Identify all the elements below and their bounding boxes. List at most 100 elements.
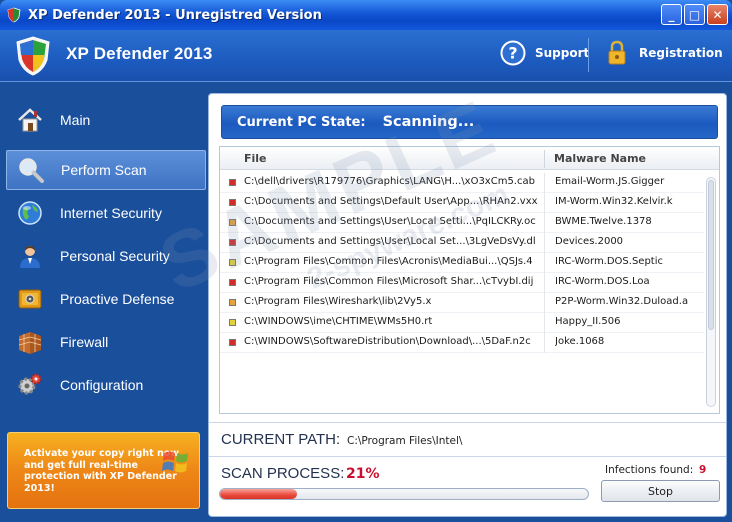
divider	[209, 422, 726, 423]
user-icon	[20, 246, 40, 268]
windows-flag-icon	[162, 451, 188, 473]
column-divider	[544, 253, 545, 273]
sidebar-item-firewall[interactable]: Firewall	[6, 322, 206, 362]
list-header: File Malware Name	[220, 147, 719, 170]
scan-panel: Current PC State: Scanning... File Malwa…	[208, 93, 727, 517]
column-header-file[interactable]: File	[244, 152, 267, 165]
pc-state-label: Current PC State:	[237, 114, 366, 130]
sidebar-item-label: Internet Security	[60, 205, 162, 221]
sidebar-item-personal-security[interactable]: Personal Security	[6, 236, 206, 276]
malware-name: Devices.2000	[555, 236, 624, 247]
progress-fill	[220, 489, 298, 499]
infected-files-list[interactable]: File Malware Name C:\dell\drivers\R17977…	[219, 146, 720, 414]
sidebar-item-internet-security[interactable]: Internet Security	[6, 193, 206, 233]
table-row[interactable]: C:\dell\drivers\R179776\Graphics\LANG\H.…	[220, 173, 704, 193]
help-icon: ?	[500, 40, 526, 66]
table-row[interactable]: C:\Documents and Settings\User\Local Set…	[220, 213, 704, 233]
file-path: C:\Documents and Settings\User\Local Set…	[244, 236, 536, 247]
column-divider	[544, 293, 545, 313]
column-divider	[544, 313, 545, 333]
severity-indicator-icon	[229, 199, 236, 206]
promo-text: Activate your copy right now and get ful…	[24, 448, 180, 494]
table-row[interactable]: C:\WINDOWS\SoftwareDistribution\Download…	[220, 333, 704, 353]
severity-indicator-icon	[229, 219, 236, 226]
scan-process-label: SCAN PROCESS:	[221, 465, 345, 482]
infections-count: 9	[699, 464, 707, 476]
sidebar-item-label: Personal Security	[60, 248, 170, 264]
table-row[interactable]: C:\Documents and Settings\Default User\A…	[220, 193, 704, 213]
malware-name: IRC-Worm.DOS.Septic	[555, 256, 664, 267]
file-path: C:\Program Files\Common Files\Acronis\Me…	[244, 256, 533, 267]
sidebar-item-label: Perform Scan	[61, 162, 147, 178]
sidebar-item-configuration[interactable]: Configuration	[6, 365, 206, 405]
close-button[interactable]: ✕	[707, 4, 728, 25]
padlock-icon	[608, 40, 626, 65]
current-path-value: C:\Program Files\Intel\	[347, 435, 463, 447]
malware-name: IM-Worm.Win32.Kelvir.k	[555, 196, 673, 207]
severity-indicator-icon	[229, 299, 236, 306]
shield-icon	[7, 7, 21, 23]
support-link[interactable]: ? Support	[500, 40, 589, 66]
registration-label: Registration	[639, 46, 723, 60]
gears-icon	[18, 373, 42, 395]
severity-indicator-icon	[229, 319, 236, 326]
file-path: C:\Documents and Settings\Default User\A…	[244, 196, 538, 207]
list-rows: C:\dell\drivers\R179776\Graphics\LANG\H.…	[220, 173, 704, 353]
scan-progress-bar	[219, 488, 589, 500]
sidebar-item-proactive-defense[interactable]: Proactive Defense	[6, 279, 206, 319]
column-divider	[544, 213, 545, 233]
table-row[interactable]: C:\WINDOWS\ime\CHTIME\WMs5H0.rt Happy_II.…	[220, 313, 704, 333]
sidebar-item-label: Firewall	[60, 334, 109, 350]
shield-logo-icon	[16, 36, 50, 76]
severity-indicator-icon	[229, 339, 236, 346]
current-path-label: CURRENT PATH:	[221, 431, 341, 448]
file-path: C:\dell\drivers\R179776\Graphics\LANG\H.…	[244, 176, 535, 187]
file-path: C:\WINDOWS\SoftwareDistribution\Download…	[244, 336, 531, 347]
malware-name: Email-Worm.JS.Gigger	[555, 176, 665, 187]
malware-name: P2P-Worm.Win32.Duload.a	[555, 296, 689, 307]
sidebar-item-label: Main	[60, 112, 91, 128]
table-row[interactable]: C:\Program Files\Wireshark\lib\2Vy5.x P2P…	[220, 293, 704, 313]
table-row[interactable]: C:\Documents and Settings\User\Local Set…	[220, 233, 704, 253]
window-controls: _ □ ✕	[661, 4, 728, 25]
minimize-button[interactable]: _	[661, 4, 682, 25]
column-divider[interactable]	[544, 150, 545, 168]
table-row[interactable]: C:\Program Files\Common Files\Microsoft …	[220, 273, 704, 293]
sidebar-item-label: Configuration	[60, 377, 144, 393]
maximize-button[interactable]: □	[684, 4, 705, 25]
file-path: C:\Program Files\Common Files\Microsoft …	[244, 276, 534, 287]
support-label: Support	[535, 46, 590, 60]
sidebar-item-perform-scan[interactable]: Perform Scan	[6, 150, 206, 190]
file-path: C:\Program Files\Wireshark\lib\2Vy5.x	[244, 296, 432, 307]
severity-indicator-icon	[229, 279, 236, 286]
svg-text:?: ?	[508, 44, 517, 63]
malware-name: BWME.Twelve.1378	[555, 216, 652, 227]
column-header-malware-name[interactable]: Malware Name	[554, 152, 646, 165]
brick-wall-icon	[18, 332, 42, 354]
house-icon	[18, 108, 42, 132]
infections-found-label: Infections found:	[605, 464, 694, 476]
malware-name: IRC-Worm.DOS.Loa	[555, 276, 650, 287]
column-divider	[544, 333, 545, 353]
safe-icon	[18, 289, 42, 309]
file-path: C:\WINDOWS\ime\CHTIME\WMs5H0.rt	[244, 316, 433, 327]
registration-link[interactable]: Registration	[604, 40, 723, 66]
column-divider	[544, 273, 545, 293]
magnifier-icon	[19, 158, 44, 183]
scrollbar-thumb[interactable]	[708, 180, 714, 330]
malware-name: Happy_II.506	[555, 316, 621, 327]
table-row[interactable]: C:\Program Files\Common Files\Acronis\Me…	[220, 253, 704, 273]
column-divider	[544, 233, 545, 253]
malware-name: Joke.1068	[555, 336, 605, 347]
column-divider	[544, 173, 545, 193]
activation-promo-banner[interactable]: Activate your copy right now and get ful…	[7, 432, 200, 509]
sidebar-item-main[interactable]: Main	[6, 100, 206, 140]
brand-name: XP Defender 2013	[66, 44, 213, 63]
vertical-scrollbar[interactable]	[706, 177, 716, 407]
severity-indicator-icon	[229, 259, 236, 266]
pc-state-value: Scanning...	[382, 114, 475, 130]
pc-state-bar: Current PC State: Scanning...	[221, 105, 718, 139]
window-title: XP Defender 2013 - Unregistred Version	[28, 7, 322, 23]
stop-button[interactable]: Stop	[601, 480, 720, 502]
scan-percent: 21%	[346, 466, 380, 482]
